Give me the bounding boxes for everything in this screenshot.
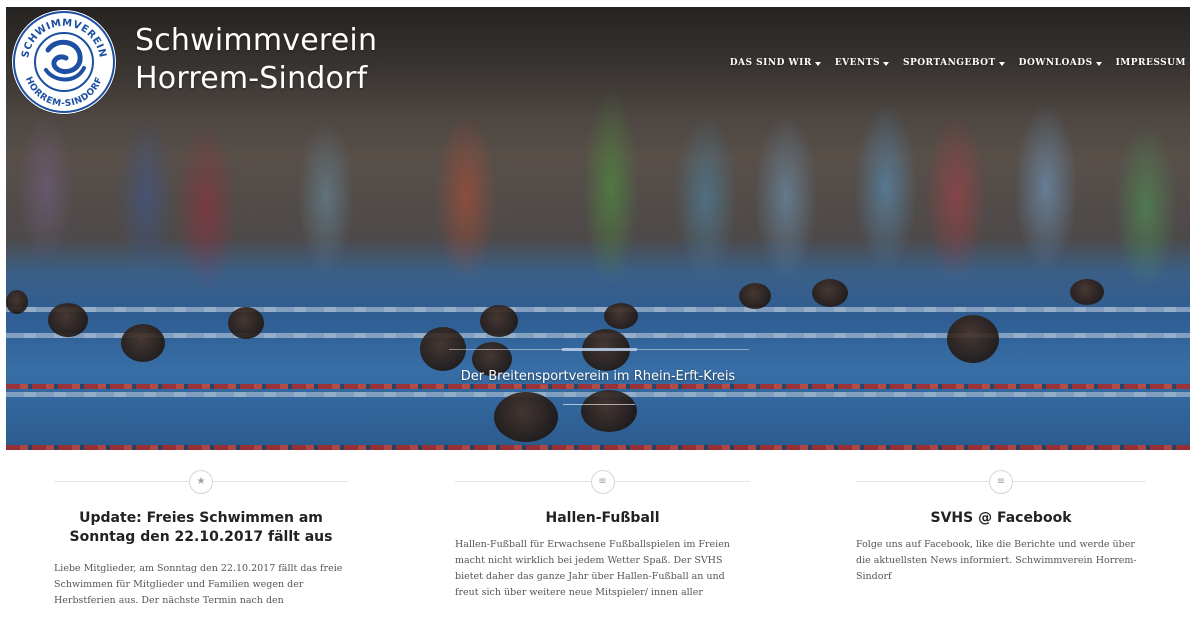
feature-column-facebook: ≡ SVHS @ Facebook Folge uns auf Facebook…	[856, 470, 1146, 585]
list-icon: ≡	[989, 470, 1013, 494]
site-logo[interactable]: SCHWIMMVEREIN HORREM-SINDORF	[12, 10, 116, 114]
column-text: Liebe Mitglieder, am Sonntag den 22.10.2…	[54, 563, 343, 606]
column-divider: ≡	[856, 470, 1146, 494]
hero-tagline: Der Breitensportverein im Rhein-Erft-Kre…	[460, 369, 736, 384]
site-title-line2: Horrem-Sindorf	[135, 61, 368, 96]
column-title[interactable]: Update: Freies Schwimmen am Sonntag den …	[54, 509, 348, 547]
site-title-line1: Schwimmverein	[135, 23, 378, 58]
nav-item-events[interactable]: EVENTS	[835, 58, 889, 68]
star-icon: ★	[189, 470, 213, 494]
tagline-underline	[563, 404, 635, 405]
column-text: Folge uns auf Facebook, like die Bericht…	[856, 539, 1137, 582]
column-title[interactable]: Hallen-Fußball	[455, 509, 750, 528]
slider-indicator[interactable]	[449, 348, 749, 351]
main-nav: DAS SIND WIR EVENTS SPORTANGEBOT DOWNLOA…	[730, 58, 1186, 68]
swim-club-logo-icon: SCHWIMMVEREIN HORREM-SINDORF	[13, 11, 115, 113]
feature-column-hallen-fussball: ≡ Hallen-Fußball Hallen-Fußball für Erwa…	[455, 470, 750, 601]
column-divider: ★	[54, 470, 348, 494]
nav-item-impressum[interactable]: IMPRESSUM	[1116, 58, 1186, 68]
site-title[interactable]: Schwimmverein Horrem-Sindorf	[135, 22, 377, 98]
column-divider: ≡	[455, 470, 750, 494]
list-icon: ≡	[590, 470, 615, 494]
nav-item-sportangebot[interactable]: SPORTANGEBOT	[903, 58, 1005, 68]
column-title[interactable]: SVHS @ Facebook	[856, 509, 1146, 528]
caret-down-icon	[814, 61, 821, 66]
caret-down-icon	[998, 61, 1005, 66]
caret-down-icon	[1095, 61, 1102, 66]
nav-item-downloads[interactable]: DOWNLOADS	[1019, 58, 1102, 68]
caret-down-icon	[882, 61, 889, 66]
column-text: Hallen-Fußball für Erwachsene Fußballspi…	[455, 539, 730, 598]
feature-column-news: ★ Update: Freies Schwimmen am Sonntag de…	[54, 470, 348, 609]
slider-indicator-active	[562, 348, 637, 351]
nav-item-das-sind-wir[interactable]: DAS SIND WIR	[730, 58, 821, 68]
